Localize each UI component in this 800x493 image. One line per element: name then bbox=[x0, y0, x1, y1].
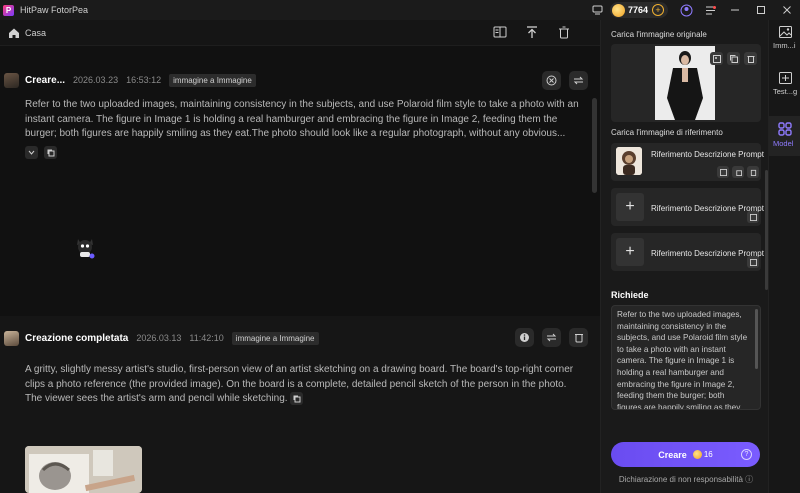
trash-icon[interactable] bbox=[747, 166, 759, 178]
copy-button[interactable] bbox=[290, 392, 304, 405]
reference-slot[interactable]: + Riferimento Descrizione Prompt bbox=[611, 233, 764, 271]
add-credits-icon[interactable]: + bbox=[652, 4, 664, 16]
mode-tag: immagine a Immagine bbox=[231, 331, 319, 345]
replace-image-icon[interactable] bbox=[717, 166, 729, 178]
strip-item-text-to-image[interactable]: Test...g bbox=[769, 72, 800, 112]
close-button[interactable] bbox=[774, 0, 800, 20]
result-thumbnail[interactable] bbox=[25, 446, 142, 493]
disclaimer-text: Dichiarazione di non responsabilità bbox=[618, 475, 743, 484]
reference-slot[interactable]: + Riferimento Descrizione Prompt bbox=[611, 188, 764, 226]
add-reference-icon[interactable]: + bbox=[616, 193, 644, 221]
maximize-button[interactable] bbox=[748, 0, 774, 20]
model-icon bbox=[778, 122, 792, 136]
card-prompt: A gritty, slightly messy artist's studio… bbox=[25, 363, 585, 407]
credits-badge[interactable]: 7764 + bbox=[609, 2, 668, 18]
history-toolbar: Casa bbox=[0, 20, 600, 46]
app-title: HitPaw FotorPea bbox=[20, 5, 89, 15]
strip-item-model[interactable]: Model bbox=[769, 116, 800, 156]
settings-panel: Carica l'immagine originale Carica l'imm… bbox=[600, 20, 768, 493]
screen-icon[interactable] bbox=[590, 2, 606, 18]
reference-image-label: Carica l'immagine di riferimento bbox=[611, 128, 723, 137]
loading-mascot-icon bbox=[77, 239, 95, 259]
strip-label: Model bbox=[773, 139, 794, 148]
copy-button[interactable] bbox=[44, 146, 57, 159]
home-icon[interactable] bbox=[8, 27, 20, 39]
card-time: 11:42:10 bbox=[189, 333, 224, 343]
card-prompt: Refer to the two uploaded images, mainta… bbox=[25, 99, 579, 139]
coin-icon bbox=[611, 3, 625, 17]
regenerate-button[interactable] bbox=[542, 328, 561, 347]
card-time: 16:53:12 bbox=[126, 75, 162, 85]
history-card: Creazione completata 2026.03.13 11:42:10… bbox=[0, 316, 600, 493]
disclaimer-link[interactable]: Dichiarazione di non responsabilità ⓘ bbox=[611, 474, 761, 485]
copy-icon[interactable] bbox=[732, 166, 744, 178]
history-pane: Casa Creare... 2026.03.23 16:53:12 immag… bbox=[0, 20, 600, 493]
avatar bbox=[4, 330, 19, 346]
original-image-label: Carica l'immagine originale bbox=[611, 30, 707, 39]
replace-image-icon[interactable] bbox=[747, 211, 759, 223]
reference-thumbnail bbox=[616, 147, 642, 175]
coin-icon bbox=[692, 450, 702, 459]
info-icon: ⓘ bbox=[745, 475, 754, 484]
credit-count: 7764 bbox=[627, 5, 648, 15]
trash-icon[interactable] bbox=[744, 52, 757, 65]
requests-title: Richiede bbox=[611, 290, 649, 300]
strip-item-image[interactable]: Imm...i bbox=[769, 26, 800, 66]
compare-icon[interactable] bbox=[492, 24, 508, 40]
reference-slot[interactable]: Riferimento Descrizione Prompt bbox=[611, 143, 764, 181]
scrollbar[interactable] bbox=[592, 98, 597, 193]
add-reference-icon[interactable]: + bbox=[616, 238, 644, 266]
delete-button[interactable] bbox=[569, 328, 588, 347]
app-logo-icon: P bbox=[3, 4, 14, 16]
card-title: Creare... bbox=[25, 74, 66, 86]
account-icon[interactable] bbox=[678, 2, 694, 18]
strip-label: Imm...i bbox=[773, 41, 796, 50]
copy-icon[interactable] bbox=[727, 52, 740, 65]
help-icon[interactable]: ? bbox=[741, 449, 752, 460]
expand-button[interactable] bbox=[25, 146, 38, 159]
replace-image-icon[interactable] bbox=[710, 52, 723, 65]
menu-icon[interactable] bbox=[702, 2, 718, 18]
cancel-button[interactable] bbox=[542, 71, 561, 90]
title-bar: P HitPaw FotorPea 7764 + bbox=[0, 0, 800, 20]
reference-prompt-label: Riferimento Descrizione Prompt bbox=[651, 150, 764, 159]
prompt-textarea[interactable]: Refer to the two uploaded images, mainta… bbox=[611, 305, 761, 410]
minimize-button[interactable] bbox=[722, 0, 748, 20]
card-date: 2026.03.23 bbox=[73, 75, 119, 85]
home-link[interactable]: Casa bbox=[25, 28, 46, 38]
create-button[interactable]: Creare 16 ? bbox=[611, 442, 760, 467]
card-date: 2026.03.13 bbox=[136, 333, 182, 343]
mode-strip: Imm...i Test...g Model bbox=[768, 20, 800, 493]
strip-label: Test...g bbox=[773, 87, 798, 96]
prompt-text: Refer to the two uploaded images, mainta… bbox=[617, 310, 748, 410]
image-icon bbox=[778, 26, 792, 38]
create-label: Creare bbox=[658, 449, 687, 460]
info-button[interactable] bbox=[515, 328, 534, 347]
history-card: Creare... 2026.03.23 16:53:12 immagine a… bbox=[0, 46, 600, 316]
trash-icon[interactable] bbox=[556, 24, 572, 40]
card-title: Creazione completata bbox=[25, 332, 129, 344]
create-cost: 16 bbox=[703, 450, 713, 459]
avatar bbox=[4, 72, 19, 88]
textarea-scrollbar[interactable] bbox=[755, 309, 758, 369]
original-image-upload[interactable] bbox=[611, 44, 761, 122]
regenerate-button[interactable] bbox=[569, 71, 588, 90]
mode-tag: immagine a Immagine bbox=[169, 73, 256, 87]
text-image-icon bbox=[778, 72, 792, 84]
replace-image-icon[interactable] bbox=[747, 256, 759, 268]
upload-icon[interactable] bbox=[524, 24, 540, 40]
